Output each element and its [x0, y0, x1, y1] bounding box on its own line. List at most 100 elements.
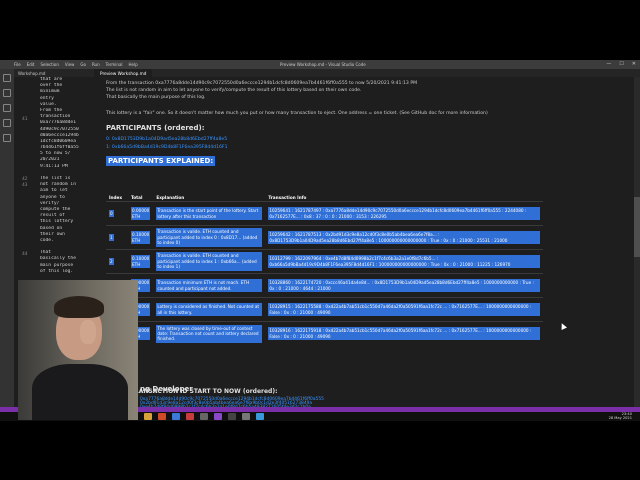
cell-text: 10328915 : 1622175588 : 0xd22a4b7ab51cb1…	[268, 303, 541, 316]
intro-line: That basically the main purpose of this …	[106, 95, 206, 100]
menu-selection[interactable]: Selection	[40, 62, 58, 67]
cell-text: 0.10000 ETH	[131, 231, 151, 244]
run-debug-icon[interactable]	[3, 119, 11, 127]
presenter-hand	[80, 320, 96, 344]
table-row: -0.00000 ETHLottery is considered as fin…	[106, 297, 544, 322]
cell-text: Lottery is considered as finished. Not c…	[156, 303, 263, 316]
cell-text: 10312799 : 1622097964 : 0xe4b7d8f84d0998…	[268, 255, 541, 268]
cell-text: Transaction is valide. ETH counted and p…	[156, 228, 263, 247]
table-row: -0.00000 ETHThe lottery was closed by ti…	[106, 321, 544, 346]
cell-text: 10259641 : 1621787497 : 0xa7776a8dde14d9…	[268, 207, 541, 220]
cell-text: 2	[109, 257, 114, 266]
participants-explained-heading: PARTICIPANTS EXPLAINED:	[106, 156, 216, 166]
table-cell-explanation: Transaction is valide. ETH counted and p…	[153, 249, 266, 274]
table-cell-info: 10328860 : 1622174720 : 0xccc46a41da4e8d…	[265, 273, 544, 298]
table-cell-explanation: Transaction is the start point of the lo…	[153, 201, 266, 226]
cell-text: 10328860 : 1622174720 : 0xccc46a41da4e8d…	[268, 279, 541, 292]
developer-heading: ng Developer	[140, 385, 193, 393]
scrollbar-thumb[interactable]	[634, 197, 640, 257]
terminal-icon[interactable]	[228, 413, 236, 420]
close-button[interactable]: ✕	[632, 61, 636, 67]
fair-lottery-note: This lottery is a "fair" one. So it does…	[106, 111, 488, 116]
preview-tab-bar: Preview Workshop.md	[94, 69, 640, 77]
maximize-button[interactable]: ☐	[619, 61, 623, 67]
participants-heading: PARTICIPANTS (ordered):	[106, 124, 205, 132]
explorer-icon[interactable]	[3, 74, 11, 82]
table-cell-info: 10259641 : 1621787497 : 0xa7776a8dde14d9…	[265, 201, 544, 226]
menu-run[interactable]: Run	[92, 62, 100, 67]
cell-text: 1	[109, 233, 114, 242]
table-cell-index: 1	[106, 225, 128, 250]
tab-preview-workshop[interactable]: Preview Workshop.md	[94, 69, 153, 77]
participant-link[interactable]: 1: 0xb66a5d9bBa4d19c9D4b8F1F6ea395F8d4d1…	[106, 145, 228, 150]
edge-icon[interactable]	[172, 413, 180, 420]
column-header: Transaction Info	[265, 194, 544, 202]
column-header: Index	[106, 194, 128, 202]
cell-text: 10328916 : 1622175918 : 0xd22a4b7ab51cb1…	[268, 327, 541, 341]
cell-text: 10259642 : 1621787513 : 0x2bd91d3c9e8a12…	[268, 231, 541, 244]
line-number: 43	[22, 183, 28, 188]
participants-table: Index Total Explanation Transaction Info…	[106, 194, 544, 346]
window-title: Preview Workshop.md - Visual Studio Code	[280, 62, 366, 67]
cell-text: Transaction is the start point of the lo…	[156, 207, 263, 220]
presenter-hair	[54, 296, 104, 318]
webcam-overlay	[18, 280, 138, 420]
source-control-icon[interactable]	[3, 104, 11, 112]
line-number: 41	[22, 117, 28, 122]
table-cell-explanation: The lottery was closed by time-out of co…	[153, 321, 266, 346]
office-icon[interactable]	[158, 413, 166, 420]
clock-app-icon[interactable]	[242, 413, 250, 420]
preview-scrollbar[interactable]	[634, 77, 640, 407]
line-number: 44	[22, 252, 28, 257]
table-cell-info: 10259642 : 1621787513 : 0x2bd91d3c9e8a12…	[265, 225, 544, 250]
table-cell-info: 10312799 : 1622097964 : 0xe4b7d8f84d0998…	[265, 249, 544, 274]
menu-go[interactable]: Go	[80, 62, 86, 67]
editor-tab-bar: Workshop.md	[14, 69, 94, 77]
minimize-button[interactable]: —	[606, 61, 611, 67]
table-cell-total: 0.10000 ETH	[128, 225, 154, 250]
menu-bar: File Edit Selection View Go Run Terminal…	[14, 62, 138, 67]
chrome-icon[interactable]	[186, 413, 194, 420]
activity-bar	[0, 69, 14, 407]
markdown-preview: From the transaction 0xa7776a8dde14d90c9…	[94, 77, 634, 407]
table-cell-total: 0.00000 ETH	[128, 201, 154, 226]
table-cell-explanation: Transaction minimum ETH is not reach. ET…	[153, 273, 266, 298]
cell-text: Transaction is valide. ETH counted and p…	[156, 252, 263, 271]
cell-text: The lottery was closed by time-out of co…	[156, 324, 263, 343]
visual-studio-icon[interactable]	[214, 413, 222, 420]
tab-workshop-md[interactable]: Workshop.md	[18, 71, 45, 76]
table-cell-explanation: Lottery is considered as finished. Not c…	[153, 297, 266, 322]
file-explorer-icon[interactable]	[144, 413, 152, 420]
menu-help[interactable]: Help	[129, 62, 138, 67]
menu-edit[interactable]: Edit	[27, 62, 35, 67]
search-icon[interactable]	[3, 89, 11, 97]
clock-date: 28 May 2021	[608, 415, 632, 420]
column-header: Total	[128, 194, 154, 202]
system-clock[interactable]: 23:40 28 May 2021	[608, 412, 632, 421]
app-icon[interactable]	[200, 413, 208, 420]
table-cell-index: 2	[106, 249, 128, 274]
presenter-shirt	[32, 364, 128, 420]
taskbar-icons	[130, 413, 264, 420]
table-cell-explanation: Transaction is valide. ETH counted and p…	[153, 225, 266, 250]
line-number: 42	[22, 177, 28, 182]
title-bar: File Edit Selection View Go Run Terminal…	[0, 60, 640, 69]
participant-link[interactable]: 0: 0x8D1753D9b1a04D9ad5ea28b8d6Ebd27ff4a…	[106, 137, 227, 142]
menu-file[interactable]: File	[14, 62, 21, 67]
table-row: 2 0.10000 ETH Transaction is valide. ETH c…	[106, 249, 544, 274]
cell-text: 0.10000 ETH	[131, 255, 151, 268]
window-controls: — ☐ ✕	[606, 61, 636, 67]
table-row: 1 0.10000 ETH Transaction is valide. ETH c…	[106, 225, 544, 250]
menu-terminal[interactable]: Terminal	[106, 62, 123, 67]
table-cell-info: 10328916 : 1622175918 : 0xd22a4b7ab51cb1…	[265, 321, 544, 346]
column-header: Explanation	[153, 194, 266, 202]
menu-view[interactable]: View	[65, 62, 75, 67]
table-cell-index: 0	[106, 201, 128, 226]
intro-line: The list is not random in aim to let any…	[106, 88, 362, 93]
cell-text: 0.00000 ETH	[131, 207, 151, 220]
vscode-icon[interactable]	[256, 413, 264, 420]
table-row: 0 0.00000 ETH Transaction is the start poi…	[106, 201, 544, 226]
table-cell-info: 10328915 : 1622175588 : 0xd22a4b7ab51cb1…	[265, 297, 544, 322]
extensions-icon[interactable]	[3, 134, 11, 142]
table-cell-total: 0.10000 ETH	[128, 249, 154, 274]
